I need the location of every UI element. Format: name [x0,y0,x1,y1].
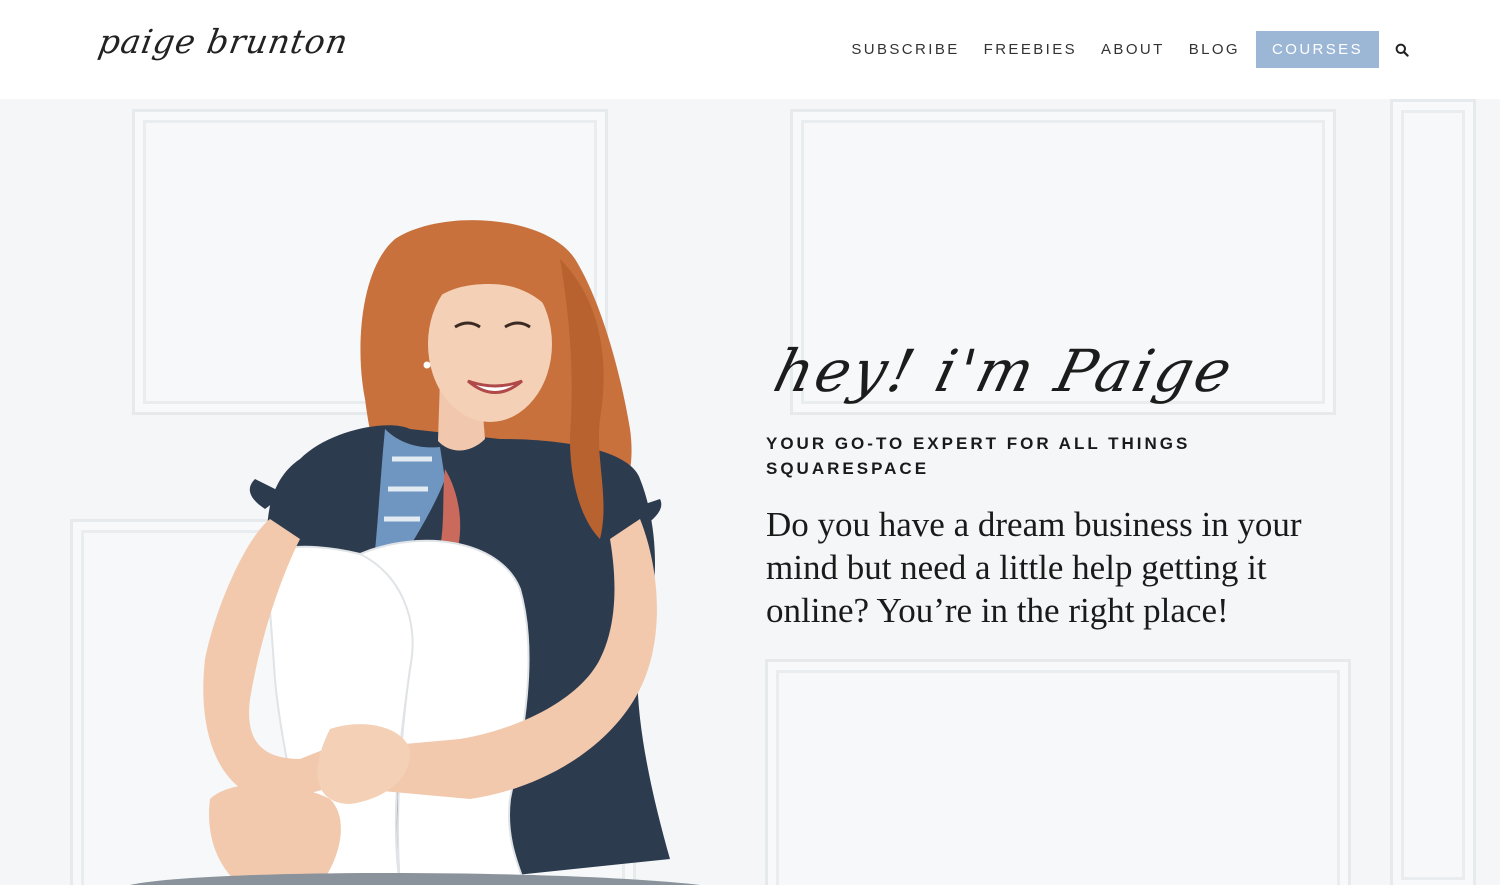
hero-section: hey! i'm Paige YOUR GO-TO EXPERT FOR ALL… [0,99,1500,885]
nav-link-blog[interactable]: BLOG [1189,31,1240,68]
nav-link-subscribe[interactable]: SUBSCRIBE [851,31,959,68]
search-icon[interactable] [1395,43,1409,57]
courses-button[interactable]: COURSES [1256,31,1379,68]
hero-tagline: YOUR GO-TO EXPERT FOR ALL THINGS SQUARES… [766,434,1191,478]
wall-panel [765,659,1351,885]
nav-link-about[interactable]: ABOUT [1101,31,1165,68]
hero-greeting: hey! i'm Paige [767,337,1242,405]
site-header: paige brunton SUBSCRIBE FREEBIES ABOUT B… [0,0,1500,99]
page: paige brunton SUBSCRIBE FREEBIES ABOUT B… [0,0,1500,885]
wall-panel [1390,99,1476,885]
hero-intro: Do you have a dream business in your min… [766,505,1302,630]
main-nav: SUBSCRIBE FREEBIES ABOUT BLOG COURSES [851,31,1409,68]
site-logo[interactable]: paige brunton [96,22,352,61]
portrait-photo [130,220,700,885]
nav-link-freebies[interactable]: FREEBIES [984,31,1077,68]
hero-text-block: hey! i'm Paige YOUR GO-TO EXPERT FOR ALL… [766,331,1386,632]
